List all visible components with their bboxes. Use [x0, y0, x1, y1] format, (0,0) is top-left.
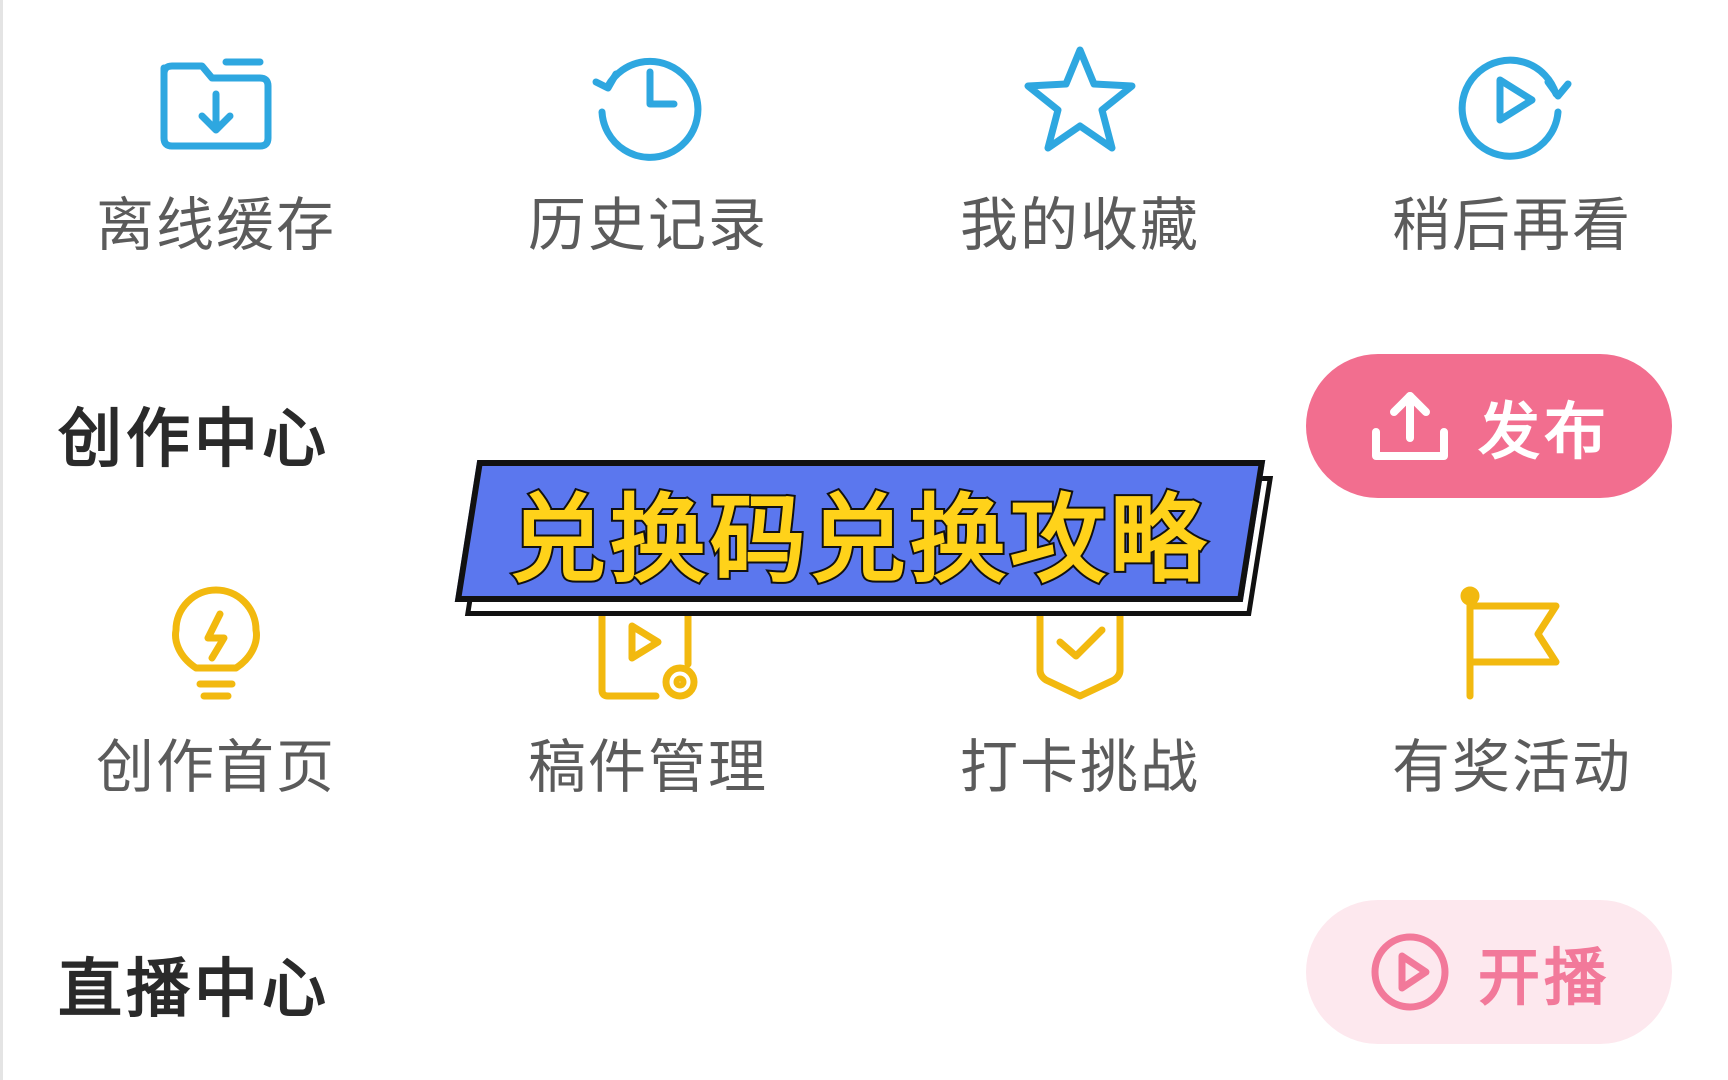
creation-center-title: 创作中心	[58, 403, 330, 477]
flag-icon	[1452, 584, 1572, 704]
quick-action-offline-cache[interactable]: 离线缓存	[0, 42, 432, 302]
publish-button-label: 发布	[1477, 395, 1610, 468]
download-folder-icon	[156, 42, 276, 162]
quick-action-label: 历史记录	[527, 191, 768, 259]
creation-item-label: 打卡挑战	[959, 733, 1200, 801]
creation-item-label: 创作首页	[95, 733, 336, 801]
creation-item-label: 稿件管理	[527, 733, 768, 801]
quick-action-history[interactable]: 历史记录	[432, 42, 864, 302]
lightbulb-icon	[156, 584, 276, 704]
go-live-button[interactable]: 开播	[1306, 900, 1672, 1044]
creation-item-label: 有奖活动	[1391, 733, 1632, 801]
quick-action-label: 我的收藏	[959, 191, 1200, 259]
upload-icon	[1368, 384, 1452, 468]
quick-action-favorites[interactable]: 我的收藏	[864, 42, 1296, 302]
reward-events[interactable]: 有奖活动	[1296, 584, 1728, 844]
star-icon	[1020, 42, 1140, 162]
publish-button[interactable]: 发布	[1306, 354, 1672, 498]
watch-later-icon	[1452, 42, 1572, 162]
live-center-title: 直播中心	[58, 953, 330, 1027]
checkin-challenge[interactable]: 打卡挑战	[864, 584, 1296, 844]
history-clock-icon	[588, 42, 708, 162]
manuscript-management[interactable]: 稿件管理	[432, 584, 864, 844]
play-circle-icon	[1368, 930, 1452, 1014]
quick-action-label: 离线缓存	[95, 191, 336, 259]
banner-title: 兑换码兑换攻略	[508, 482, 1212, 598]
quick-action-label: 稍后再看	[1391, 191, 1632, 259]
banner-panel: 兑换码兑换攻略	[454, 460, 1266, 602]
creation-home[interactable]: 创作首页	[0, 584, 432, 844]
overlay-banner: 兑换码兑换攻略	[454, 458, 1274, 618]
quick-action-watch-later[interactable]: 稍后再看	[1296, 42, 1728, 302]
go-live-button-label: 开播	[1477, 941, 1610, 1014]
